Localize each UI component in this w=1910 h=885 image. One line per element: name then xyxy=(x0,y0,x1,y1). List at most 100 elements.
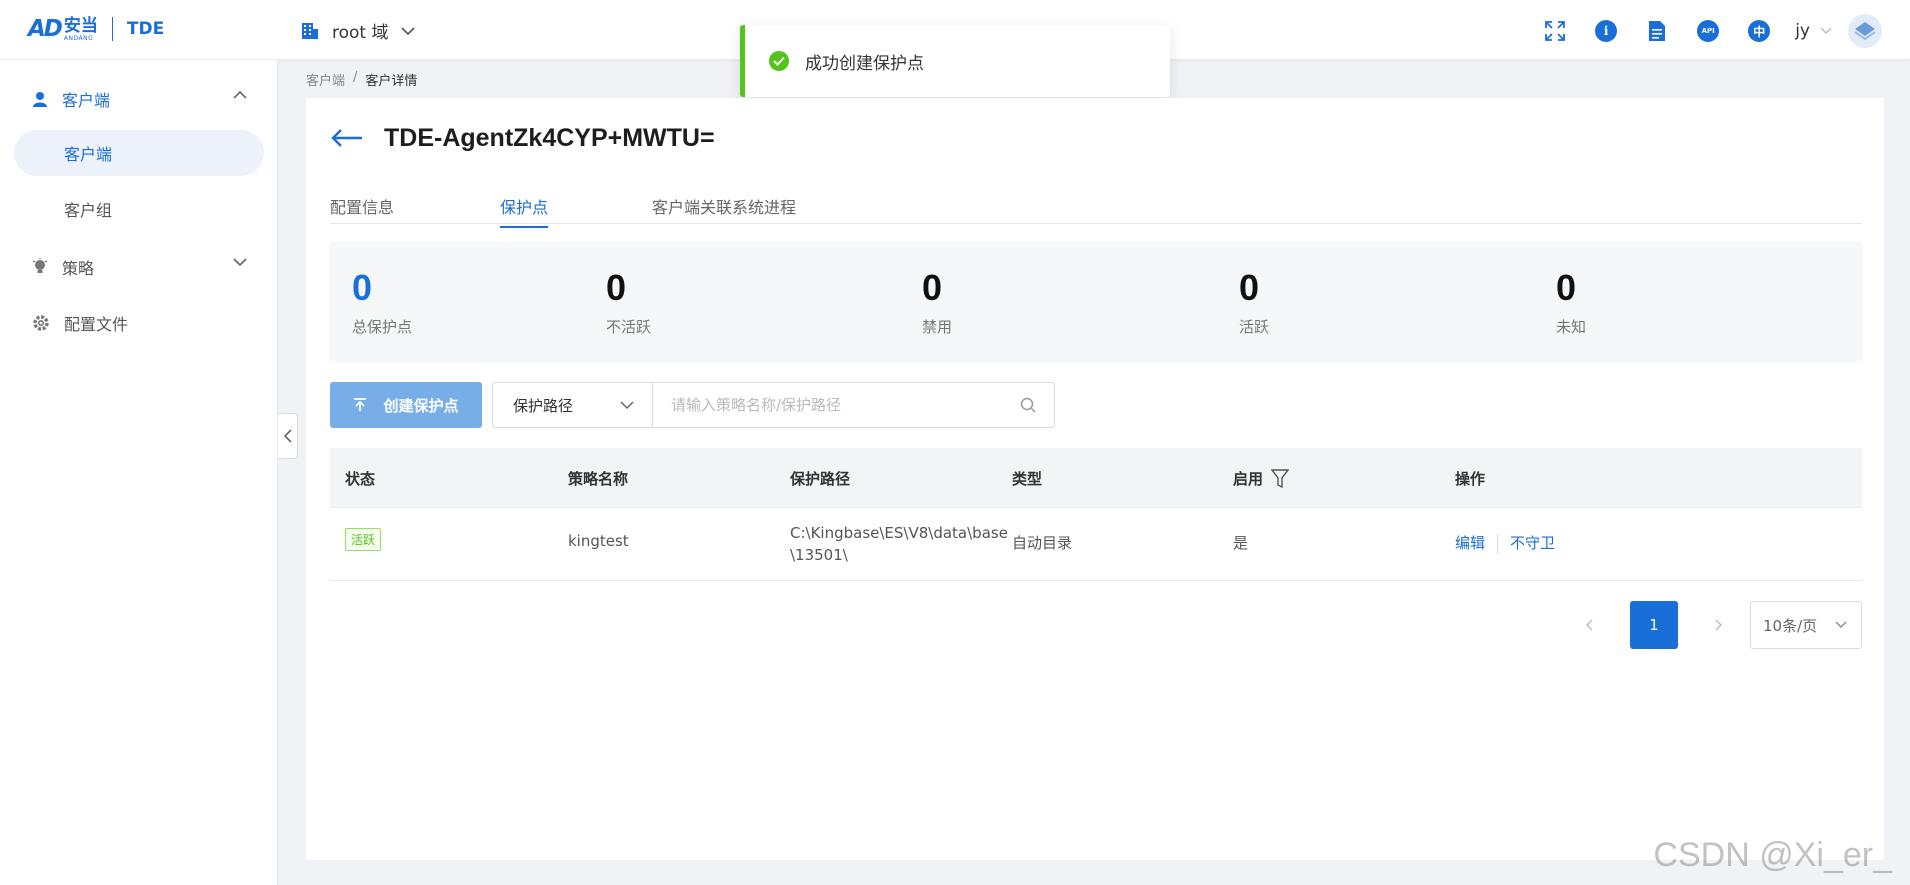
tab-system-processes[interactable]: 客户端关联系统进程 xyxy=(652,194,796,226)
domain-selector[interactable]: root 域 xyxy=(300,18,415,43)
search-input[interactable] xyxy=(671,396,1011,414)
policy-name-cell: kingtest xyxy=(568,532,629,550)
action-divider xyxy=(1497,533,1499,554)
chevron-left-icon xyxy=(1586,619,1593,631)
chevron-down-icon xyxy=(233,258,247,267)
chevron-down-icon xyxy=(620,400,634,409)
logo-cn-text: 安当 xyxy=(63,16,98,36)
language-icon[interactable]: 中 xyxy=(1747,19,1771,43)
search-field xyxy=(652,382,1055,428)
sidebar-item-client-group[interactable]: 客户组 xyxy=(14,186,264,232)
brand-logo[interactable]: AD 安当 ANDANG TDE xyxy=(28,16,164,42)
stat-label: 总保护点 xyxy=(352,318,413,336)
page-title: TDE-AgentZk4CYP+MWTU= xyxy=(384,124,715,152)
tab-bar: 配置信息 保护点 客户端关联系统进程 xyxy=(330,194,1862,228)
stats-panel: 0 总保护点 0 不活跃 0 禁用 0 活跃 0 未知 xyxy=(330,242,1862,363)
table-row: 活跃 kingtest C:\Kingbase\ES\V8\data\base … xyxy=(330,508,1862,581)
check-circle-icon xyxy=(769,51,789,71)
stat-value: 0 xyxy=(1239,267,1260,308)
create-button-label: 创建保护点 xyxy=(383,396,459,415)
page-size-select[interactable]: 10条/页 xyxy=(1750,601,1862,649)
lightbulb-icon xyxy=(32,258,48,273)
api-icon[interactable]: API xyxy=(1696,19,1720,43)
user-icon xyxy=(33,92,47,107)
info-icon[interactable]: i xyxy=(1594,19,1618,43)
enabled-cell: 是 xyxy=(1233,534,1249,552)
column-actions: 操作 xyxy=(1455,470,1486,488)
edit-link[interactable]: 编辑 xyxy=(1455,534,1485,552)
breadcrumb-separator: / xyxy=(353,70,358,85)
path-line: \13501\ xyxy=(790,546,848,564)
protect-path-cell: C:\Kingbase\ES\V8\data\base \13501\ xyxy=(790,522,1008,566)
path-line: C:\Kingbase\ES\V8\data\base xyxy=(790,524,1008,542)
prev-page-button[interactable] xyxy=(1578,619,1600,631)
sidebar-group-policy[interactable]: 策略 xyxy=(32,255,247,279)
chevron-down-icon xyxy=(400,26,415,35)
header-toolbar: i API 中 jy xyxy=(1516,14,1882,48)
logo-en-text: ANDANG xyxy=(63,35,94,42)
success-toast: 成功创建保护点 xyxy=(740,25,1170,97)
toast-message: 成功创建保护点 xyxy=(805,53,924,74)
main-card: TDE-AgentZk4CYP+MWTU= 配置信息 保护点 客户端关联系统进程… xyxy=(306,98,1884,860)
fullscreen-icon[interactable] xyxy=(1543,19,1567,43)
stat-value: 0 xyxy=(352,267,373,308)
actions-cell: 编辑 不守卫 xyxy=(1455,532,1555,554)
product-name: TDE xyxy=(126,19,165,39)
tab-config-info[interactable]: 配置信息 xyxy=(330,194,394,226)
column-enabled: 启用 xyxy=(1233,468,1290,489)
chevron-right-icon xyxy=(1715,619,1722,631)
sidebar-collapse-button[interactable] xyxy=(278,413,298,459)
page-number-button[interactable]: 1 xyxy=(1630,601,1678,649)
sidebar-item-label: 客户端 xyxy=(64,145,113,164)
page-size-value: 10条/页 xyxy=(1763,616,1818,635)
sidebar-group-client-label: 客户端 xyxy=(62,91,111,110)
domain-label: root 域 xyxy=(332,23,389,43)
filter-select[interactable]: 保护路径 xyxy=(492,382,652,428)
create-protection-point-button[interactable]: 创建保护点 xyxy=(330,382,482,428)
stat-label: 不活跃 xyxy=(606,318,652,336)
pagination: 1 10条/页 xyxy=(1578,601,1862,649)
stat-inactive: 0 不活跃 xyxy=(606,268,651,337)
user-menu[interactable]: jy xyxy=(1795,21,1832,41)
avatar[interactable] xyxy=(1848,14,1882,48)
stat-total: 0 总保护点 xyxy=(352,268,412,337)
type-cell: 自动目录 xyxy=(1012,534,1073,552)
sidebar-item-profile-label: 配置文件 xyxy=(64,315,129,334)
stat-active: 0 活跃 xyxy=(1239,268,1269,337)
status-cell: 活跃 xyxy=(345,528,382,551)
next-page-button[interactable] xyxy=(1708,619,1730,631)
breadcrumb-current: 客户详情 xyxy=(365,74,418,89)
document-icon[interactable] xyxy=(1645,19,1669,43)
column-type: 类型 xyxy=(1012,470,1043,488)
sidebar-group-policy-label: 策略 xyxy=(62,259,95,278)
stat-value: 0 xyxy=(606,267,627,308)
column-protect-path: 保护路径 xyxy=(790,470,851,488)
search-icon[interactable] xyxy=(1020,397,1036,413)
filter-select-value: 保护路径 xyxy=(513,396,574,415)
sidebar-item-label: 客户组 xyxy=(64,201,113,220)
status-badge: 活跃 xyxy=(345,528,382,551)
stat-disabled: 0 禁用 xyxy=(922,268,952,337)
stat-label: 活跃 xyxy=(1239,318,1270,336)
logo-divider xyxy=(111,17,113,41)
table-header: 状态 策略名称 保护路径 类型 启用 操作 xyxy=(330,448,1862,508)
unguard-link[interactable]: 不守卫 xyxy=(1510,534,1555,552)
breadcrumb-parent[interactable]: 客户端 xyxy=(306,70,345,89)
protection-points-table: 状态 策略名称 保护路径 类型 启用 操作 活跃 kingtest C:\Kin… xyxy=(330,448,1862,581)
tab-protection-points[interactable]: 保护点 xyxy=(500,194,549,228)
stat-label: 禁用 xyxy=(922,318,953,336)
sidebar-item-client[interactable]: 客户端 xyxy=(14,130,264,176)
filter-icon[interactable] xyxy=(1271,468,1290,489)
chevron-down-icon xyxy=(1820,27,1832,34)
sidebar-item-profile[interactable]: 配置文件 xyxy=(32,311,247,335)
breadcrumb: 客户端 / 客户详情 xyxy=(306,70,417,89)
stat-label: 未知 xyxy=(1556,318,1587,336)
sidebar-group-client[interactable]: 客户端 xyxy=(32,87,247,111)
watermark: CSDN @Xi_er_ xyxy=(1653,836,1892,874)
andang-logo-mark: AD 安当 ANDANG xyxy=(28,16,98,42)
upload-icon xyxy=(354,398,367,411)
stat-value: 0 xyxy=(922,267,943,308)
column-policy-name: 策略名称 xyxy=(568,470,629,488)
back-arrow-icon[interactable] xyxy=(330,128,364,152)
column-status: 状态 xyxy=(345,470,376,488)
